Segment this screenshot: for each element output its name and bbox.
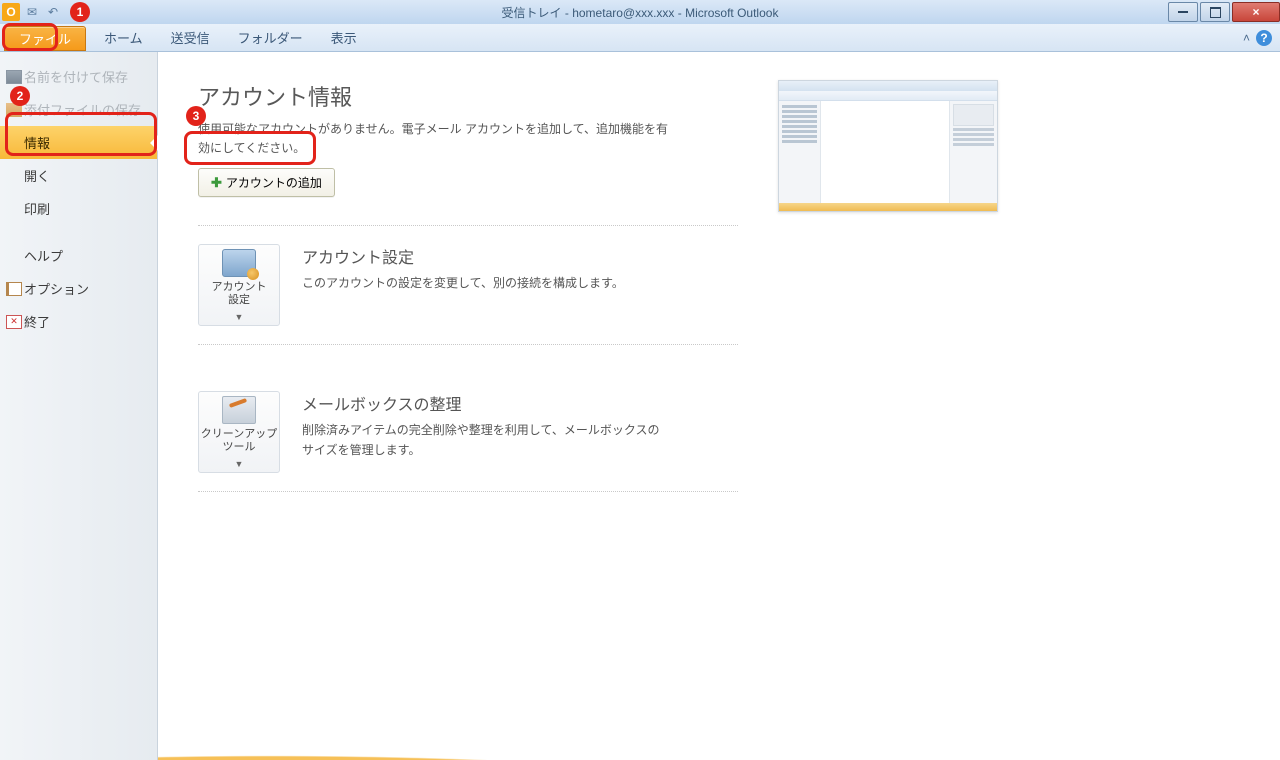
exit-icon — [6, 315, 22, 329]
nav-exit[interactable]: 終了 — [0, 305, 157, 338]
backstage-main: アカウント情報 使用可能なアカウントがありません。電子メール アカウントを追加し… — [158, 52, 1280, 760]
add-account-label: アカウントの追加 — [226, 174, 322, 191]
mailbox-cleanup-desc: 削除済みアイテムの完全削除や整理を利用して、メールボックスのサイズを管理します。 — [302, 421, 662, 459]
window-controls: × — [1166, 2, 1280, 22]
cleanup-tools-tile[interactable]: クリーンアップツール ▼ — [198, 391, 280, 473]
tab-folder[interactable]: フォルダー — [224, 24, 317, 51]
mailbox-cleanup-title: メールボックスの整理 — [302, 391, 662, 415]
title-bar: O ✉ ↶ ▾ 受信トレイ - hometaro@xxx.xxx - Micro… — [0, 0, 1280, 24]
minimize-button[interactable] — [1168, 2, 1198, 22]
nav-print[interactable]: 印刷 — [0, 192, 157, 225]
nav-exit-label: 終了 — [24, 312, 50, 331]
nav-save-attachments: 添付ファイルの保存 — [0, 93, 157, 126]
tab-file[interactable]: ファイル — [4, 26, 86, 51]
nav-info[interactable]: 情報 — [0, 126, 157, 159]
account-settings-title: アカウント設定 — [302, 244, 624, 268]
outlook-logo-icon: O — [2, 3, 20, 21]
ribbon-help-area: ˄ ? — [1243, 24, 1280, 51]
ribbon-minimize-icon[interactable]: ˄ — [1243, 31, 1250, 45]
nav-print-label: 印刷 — [24, 199, 50, 218]
mailbox-preview-thumbnail — [778, 80, 998, 212]
nav-help-label: ヘルプ — [24, 246, 63, 265]
account-settings-icon — [222, 249, 256, 277]
account-settings-tile[interactable]: アカウント設定 ▼ — [198, 244, 280, 326]
cleanup-icon — [222, 396, 256, 424]
account-settings-section: アカウント設定 ▼ アカウント設定 このアカウントの設定を変更して、別の接続を構… — [198, 225, 738, 345]
cleanup-tile-label: クリーンアップツール — [201, 428, 277, 454]
nav-options[interactable]: オプション — [0, 272, 157, 305]
page-subtext: 使用可能なアカウントがありません。電子メール アカウントを追加して、追加機能を有… — [198, 120, 678, 158]
nav-open-label: 開く — [24, 166, 50, 185]
quick-access-toolbar: O ✉ ↶ ▾ — [0, 3, 83, 21]
maximize-button[interactable] — [1200, 2, 1230, 22]
ribbon-tabs: ファイル ホーム 送受信 フォルダー 表示 ˄ ? — [0, 24, 1280, 52]
nav-options-label: オプション — [24, 279, 89, 298]
plus-icon: ✚ — [211, 175, 222, 191]
undo-icon[interactable]: ↶ — [44, 3, 62, 21]
close-button[interactable]: × — [1232, 2, 1280, 22]
nav-open[interactable]: 開く — [0, 159, 157, 192]
chevron-down-icon: ▼ — [235, 312, 244, 322]
nav-help[interactable]: ヘルプ — [0, 239, 157, 272]
nav-save-attachments-label: 添付ファイルの保存 — [24, 100, 141, 119]
account-settings-desc: このアカウントの設定を変更して、別の接続を構成します。 — [302, 274, 624, 293]
nav-save-as: 名前を付けて保存 — [0, 60, 157, 93]
save-icon — [6, 70, 22, 84]
add-account-button[interactable]: ✚ アカウントの追加 — [198, 168, 335, 197]
chevron-down-icon: ▼ — [235, 459, 244, 469]
account-settings-tile-label: アカウント設定 — [212, 281, 267, 307]
tab-view[interactable]: 表示 — [317, 24, 371, 51]
backstage-nav: 名前を付けて保存 添付ファイルの保存 情報 開く 印刷 ヘルプ オプション 終了 — [0, 52, 158, 760]
help-icon[interactable]: ? — [1256, 30, 1272, 46]
page-title: アカウント情報 — [198, 80, 738, 112]
attachment-icon — [6, 103, 22, 117]
nav-save-as-label: 名前を付けて保存 — [24, 67, 128, 86]
qat-dropdown-icon[interactable]: ▾ — [65, 3, 83, 21]
options-icon — [6, 282, 22, 296]
tab-home[interactable]: ホーム — [90, 24, 157, 51]
nav-info-label: 情報 — [24, 133, 50, 152]
mailbox-cleanup-section: クリーンアップツール ▼ メールボックスの整理 削除済みアイテムの完全削除や整理… — [198, 373, 738, 492]
window-title: 受信トレイ - hometaro@xxx.xxx - Microsoft Out… — [502, 4, 779, 21]
tab-send-receive[interactable]: 送受信 — [157, 24, 224, 51]
send-receive-icon[interactable]: ✉ — [23, 3, 41, 21]
